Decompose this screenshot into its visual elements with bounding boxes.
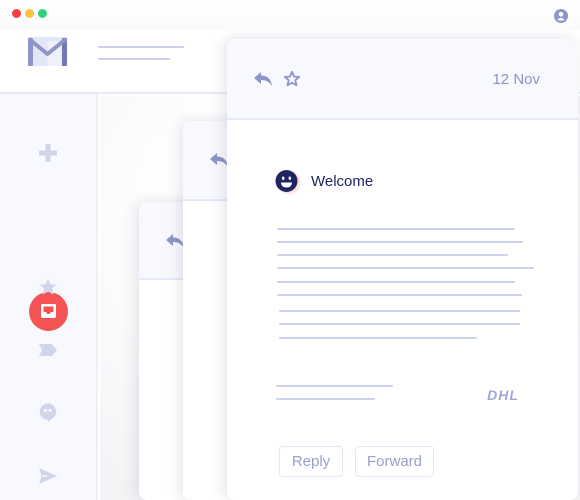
reply-icon[interactable] [209,152,229,168]
message-text-line [277,228,515,230]
signature-line [276,398,375,400]
dhl-logo-text: DHL [487,388,519,402]
forward-button[interactable]: Forward [355,446,434,477]
close-window-button[interactable] [12,9,21,18]
reply-icon[interactable] [253,71,273,87]
message-text-line [277,267,534,269]
email-message-header: 12 Nov [227,39,578,120]
message-text-line [277,294,522,296]
reply-icon[interactable] [165,233,185,249]
message-text-line [279,310,520,312]
message-text-line [277,281,515,283]
inbox-icon [41,304,56,318]
dhl-logo: DHL [487,388,519,402]
header-placeholder-line [98,58,170,60]
signature-line [276,385,393,387]
mail-app-window: 12 Nov Welcome DHL Reply Forward [0,0,580,500]
account-circle-icon[interactable] [554,9,568,23]
star-outline-icon[interactable] [283,70,301,88]
sidebar-item-labels-tag-icon[interactable] [38,340,58,360]
message-text-line [277,241,523,243]
message-text-line [279,337,477,339]
message-text-line [279,323,520,325]
maximize-window-button[interactable] [38,9,47,18]
sidebar-item-chat-quote-bubble-icon[interactable] [38,402,58,422]
minimize-window-button[interactable] [25,9,34,18]
sidebar-item-inbox[interactable] [29,292,68,331]
sidebar-item-starred-star-icon[interactable] [38,277,58,297]
gmail-logo[interactable] [28,37,67,66]
title-bar [0,0,580,30]
reply-button[interactable]: Reply [279,446,343,477]
message-text-line [277,254,508,256]
sender-name: Welcome [311,173,374,190]
email-date: 12 Nov [492,71,540,88]
header-placeholder-line [98,46,184,48]
smiley-avatar-icon [275,170,301,194]
email-message-card: 12 Nov Welcome DHL Reply Forward [227,39,578,500]
sidebar-item-sent-send-icon[interactable] [38,466,58,486]
compose-plus-icon[interactable] [38,143,58,163]
sidebar [0,94,98,500]
